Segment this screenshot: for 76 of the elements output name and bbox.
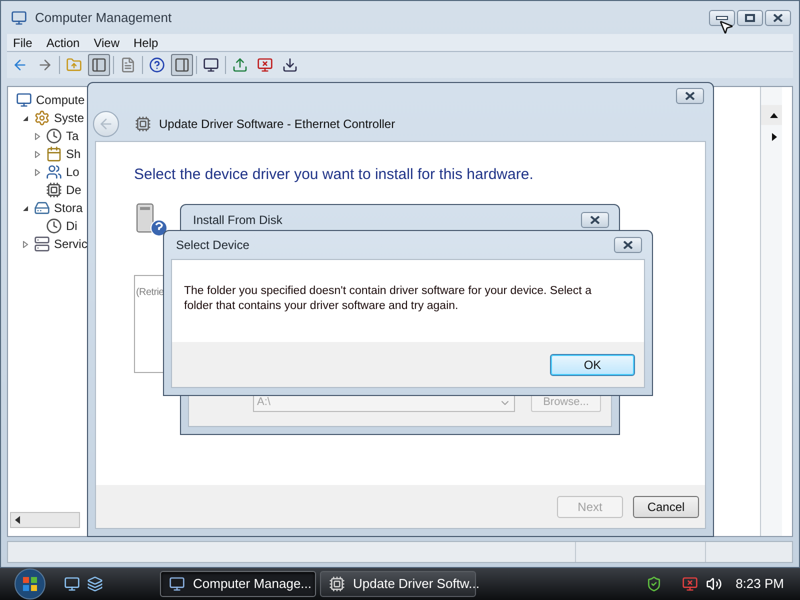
- tree-item[interactable]: De: [66, 184, 82, 196]
- dialog-button[interactable]: Cancel: [633, 496, 699, 518]
- close-icon: [685, 92, 695, 100]
- computer-question-icon: [134, 202, 168, 236]
- collapse-icon[interactable]: [770, 112, 778, 118]
- expand-arrow-icon[interactable]: [22, 240, 28, 248]
- error-message: The folder you specified doesn't contain driver software for your device. Select a folder that contains your driver software and try again.: [184, 284, 592, 314]
- device-icon: [329, 576, 345, 592]
- list-placeholder: (Retrie: [136, 286, 164, 298]
- close-icon: [623, 241, 633, 249]
- back-icon: [12, 57, 28, 73]
- tree-item[interactable]: Servic: [54, 238, 88, 250]
- monitor-icon: [257, 57, 273, 73]
- upload-icon: [232, 57, 248, 73]
- clock-icon: [46, 218, 62, 234]
- expand-arrow-icon[interactable]: [34, 132, 40, 140]
- back-icon: [98, 116, 114, 132]
- document-icon: [120, 57, 136, 73]
- window-title: Computer Management: [35, 8, 172, 27]
- close-button[interactable]: [581, 212, 609, 228]
- show-desktop-icon[interactable]: [64, 576, 80, 592]
- download-icon: [282, 57, 298, 73]
- path-value: A:\: [257, 395, 270, 410]
- maximize-button[interactable]: [737, 10, 763, 26]
- menu-item[interactable]: Help: [128, 34, 164, 52]
- collapse-arrow-icon[interactable]: [22, 204, 28, 212]
- computer-icon: [16, 92, 32, 108]
- users-icon: [46, 164, 62, 180]
- toolbar-button[interactable]: [88, 54, 110, 76]
- dialog-button[interactable]: OK: [550, 354, 635, 376]
- dialog-title: Install From Disk: [193, 212, 282, 229]
- scroll-left-icon[interactable]: [15, 516, 21, 524]
- tree-item[interactable]: Lo: [66, 166, 80, 178]
- taskbar-button[interactable]: Computer Manage...: [160, 571, 316, 597]
- folder-up-icon: [66, 57, 82, 73]
- menu-item[interactable]: Action: [40, 34, 86, 52]
- tree-item[interactable]: Syste: [54, 112, 84, 124]
- panel-icon: [91, 57, 107, 73]
- device-icon: [135, 116, 151, 132]
- close-button[interactable]: [676, 88, 704, 104]
- clock-icon: [46, 128, 62, 144]
- shield-check-icon[interactable]: [646, 576, 662, 592]
- wizard-title: Update Driver Software - Ethernet Controller: [159, 116, 396, 133]
- forward-icon: [37, 57, 53, 73]
- help-icon: [149, 57, 165, 73]
- tree-item[interactable]: Di: [66, 220, 78, 232]
- storage-icon: [34, 200, 50, 216]
- switch-windows-icon[interactable]: [87, 576, 103, 592]
- menu-item[interactable]: File: [7, 34, 38, 52]
- collapse-arrow-icon[interactable]: [22, 114, 28, 122]
- device-icon: [46, 182, 62, 198]
- network-error-icon[interactable]: [682, 576, 698, 592]
- tree-item[interactable]: Sh: [66, 148, 81, 160]
- panel-icon: [174, 57, 190, 73]
- taskbar-button[interactable]: Update Driver Softw...: [320, 571, 476, 597]
- computer-icon: [169, 576, 185, 592]
- wizard-heading: Select the device driver you want to install for this hardware.: [134, 165, 534, 185]
- clock[interactable]: 8:23 PM: [736, 574, 784, 594]
- horizontal-scrollbar[interactable]: [10, 512, 80, 528]
- dialog-title: Select Device: [176, 237, 250, 254]
- tree-item[interactable]: Compute: [36, 94, 85, 106]
- expand-arrow-icon[interactable]: [34, 150, 40, 158]
- menu-item[interactable]: View: [88, 34, 126, 52]
- calendar-icon: [46, 146, 62, 162]
- close-button[interactable]: [614, 237, 642, 253]
- toolbar-button[interactable]: [171, 54, 193, 76]
- close-icon: [773, 14, 783, 22]
- tree-item[interactable]: Stora: [54, 202, 83, 214]
- expand-icon[interactable]: [772, 133, 777, 141]
- monitor-icon: [203, 57, 219, 73]
- close-icon: [590, 216, 600, 224]
- volume-icon[interactable]: [706, 576, 722, 592]
- expand-arrow-icon[interactable]: [34, 168, 40, 176]
- close-button[interactable]: [765, 10, 791, 26]
- app-icon: [11, 10, 27, 26]
- tree-item[interactable]: Ta: [66, 130, 79, 142]
